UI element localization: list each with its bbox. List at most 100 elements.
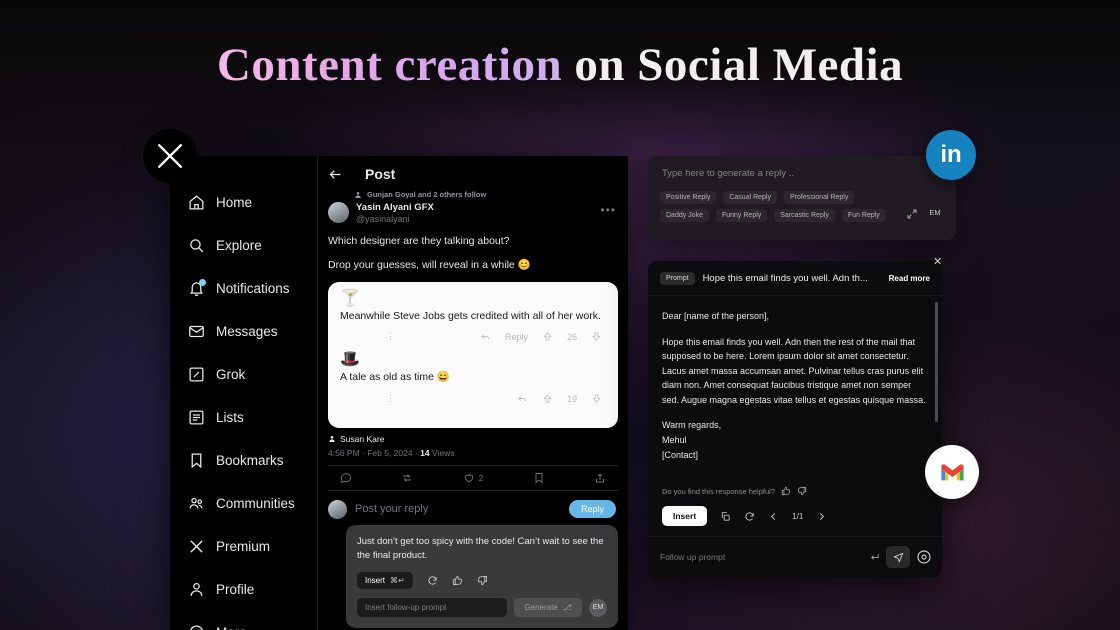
person-icon <box>187 581 205 599</box>
refresh-icon[interactable] <box>744 511 755 522</box>
sidebar-item-home[interactable]: Home <box>182 188 317 217</box>
ai-suggestion-popover: Just don’t get too spicy with the code! … <box>346 524 618 629</box>
gear-icon[interactable] <box>916 549 932 565</box>
sidebar-item-communities[interactable]: Communities <box>182 489 317 518</box>
thumbs-down-icon[interactable] <box>477 575 488 586</box>
post-meta: 4:56 PM · Feb 5, 2024 · 14 Views <box>328 447 455 458</box>
reply-button[interactable]: Reply <box>568 500 616 519</box>
followup-prompt-input[interactable]: Follow up prompt <box>660 546 880 568</box>
insert-button[interactable]: Insert <box>662 506 708 526</box>
gmail-assistant-panel: Prompt Hope this email finds you well. A… <box>648 261 942 578</box>
linkedin-reply-input[interactable]: Type here to generate a reply .. <box>660 166 944 191</box>
email-greeting: Dear [name of the person], <box>662 311 770 321</box>
ai-suggestion-text: Just don’t get too spicy with the code! … <box>357 535 604 561</box>
sidebar-item-messages[interactable]: Messages <box>182 317 317 346</box>
sidebar-label: Grok <box>216 367 246 382</box>
tone-chip-funny[interactable]: Funny Reply <box>715 209 768 222</box>
sidebar-item-more[interactable]: More <box>182 618 317 630</box>
reply-arrow-icon <box>481 334 490 340</box>
page-title: Content creation on Social Media <box>0 38 1120 92</box>
avatar-initials[interactable]: EM <box>926 203 944 221</box>
upvote-icon <box>543 332 552 341</box>
media-block-2: 🎩 A tale as old as time 😄 ⋮ 19 <box>340 352 606 404</box>
sidebar-item-notifications[interactable]: Notifications <box>182 274 317 303</box>
tone-chip-casual[interactable]: Casual Reply <box>723 191 777 204</box>
followup-placeholder: Follow up prompt <box>660 552 726 562</box>
comment-button[interactable] <box>340 472 352 484</box>
reply-input[interactable]: Post your reply <box>355 503 561 515</box>
post-more-icon[interactable]: ••• <box>600 204 616 216</box>
gmail-footer: Follow up prompt <box>648 537 942 578</box>
post-title: Post <box>365 166 396 182</box>
expand-icon[interactable] <box>906 207 918 219</box>
close-icon[interactable]: ✕ <box>933 255 942 268</box>
post-media-card[interactable]: 🍸 Meanwhile Steve Jobs gets credited wit… <box>328 281 618 428</box>
scrollbar[interactable] <box>935 302 938 422</box>
media-block-2-text: A tale as old as time 😄 <box>340 371 450 384</box>
tone-chip-positive[interactable]: Positive Reply <box>660 191 717 204</box>
back-arrow-icon[interactable] <box>328 167 343 182</box>
page-indicator: 1/1 <box>792 511 804 521</box>
thumbs-up-icon[interactable] <box>452 575 463 586</box>
prompt-text: Hope this email finds you well. Adn th..… <box>702 273 868 284</box>
send-icon <box>892 552 903 563</box>
bookmark-button[interactable] <box>533 472 545 484</box>
sidebar-item-premium[interactable]: Premium <box>182 532 317 561</box>
post-line-2: Drop your guesses, will reveal in a whil… <box>328 259 531 272</box>
hat-emoji: 🎩 <box>340 351 360 369</box>
refresh-icon[interactable] <box>427 575 438 586</box>
sidebar-item-explore[interactable]: Explore <box>182 231 317 260</box>
notifications-badge <box>199 278 206 286</box>
page-title-highlight: Content creation <box>216 39 575 91</box>
thumbs-up-icon[interactable] <box>781 486 791 496</box>
grok-icon <box>187 366 205 384</box>
post-line-1: Which designer are they talking about? <box>328 235 510 248</box>
sidebar-label: Notifications <box>216 281 290 296</box>
x-icon <box>158 144 182 168</box>
linkedin-panel-footer: Positive Reply Casual Reply Professional… <box>660 191 944 222</box>
chevron-left-icon[interactable] <box>768 511 779 522</box>
like-count: 2 <box>478 472 484 483</box>
post-header: Yasin Alyani GFX @yasinalyani ••• <box>318 202 628 225</box>
followup-prompt-input[interactable]: Insert follow-up prompt <box>357 598 508 618</box>
copy-icon[interactable] <box>720 511 731 522</box>
sidebar-item-lists[interactable]: Lists <box>182 403 317 432</box>
bell-icon <box>187 278 206 298</box>
search-icon <box>187 237 205 255</box>
bookmark-icon <box>535 472 543 484</box>
post-actions: 2 <box>328 464 618 491</box>
post-time: 4:56 PM <box>328 447 360 458</box>
avatar[interactable] <box>328 499 347 519</box>
follow-context: Gunjan Goyal and 2 others follow <box>318 190 628 199</box>
media-block-1-actions: ⋮ Reply 26 <box>340 331 606 342</box>
sidebar-item-grok[interactable]: Grok <box>182 360 317 389</box>
chevron-right-icon[interactable] <box>816 511 827 522</box>
linkedin-tone-chips: Positive Reply Casual Reply Professional… <box>660 191 898 222</box>
tone-chip-fun[interactable]: Fun Reply <box>841 209 886 222</box>
like-button[interactable]: 2 <box>463 472 484 484</box>
insert-shortcut: ⌘↵ <box>390 576 405 586</box>
tone-chip-professional[interactable]: Professional Reply <box>784 191 855 204</box>
avatar[interactable] <box>328 202 349 223</box>
read-more-button[interactable]: Read more <box>889 274 930 283</box>
gmail-prompt-row: Prompt Hope this email finds you well. A… <box>648 261 942 296</box>
x-icon <box>187 538 205 556</box>
tone-chip-sarcastic[interactable]: Sarcastic Reply <box>774 209 835 222</box>
insert-button[interactable]: Insert ⌘↵ <box>357 572 413 590</box>
author-name: Yasin Alyani GFX <box>356 202 434 213</box>
send-button[interactable] <box>886 546 910 568</box>
insert-label: Insert <box>365 576 386 586</box>
x-logo-badge <box>143 129 197 183</box>
avatar-initials[interactable]: EM <box>589 598 607 617</box>
heart-icon <box>464 474 473 483</box>
thumbs-down-icon[interactable] <box>797 486 807 496</box>
repost-button[interactable] <box>401 472 413 484</box>
media-block-1-text: Meanwhile Steve Jobs gets credited with … <box>340 309 601 322</box>
generate-button[interactable]: Generate ⎇ <box>514 598 582 618</box>
sidebar-item-profile[interactable]: Profile <box>182 575 317 604</box>
sidebar-item-bookmarks[interactable]: Bookmarks <box>182 446 317 475</box>
share-button[interactable] <box>594 472 606 484</box>
tone-chip-daddy-joke[interactable]: Daddy Joke <box>660 209 709 222</box>
media-byline: Susan Kare <box>318 428 628 444</box>
ai-popover-footer: Insert follow-up prompt Generate ⎇ EM <box>357 598 607 618</box>
